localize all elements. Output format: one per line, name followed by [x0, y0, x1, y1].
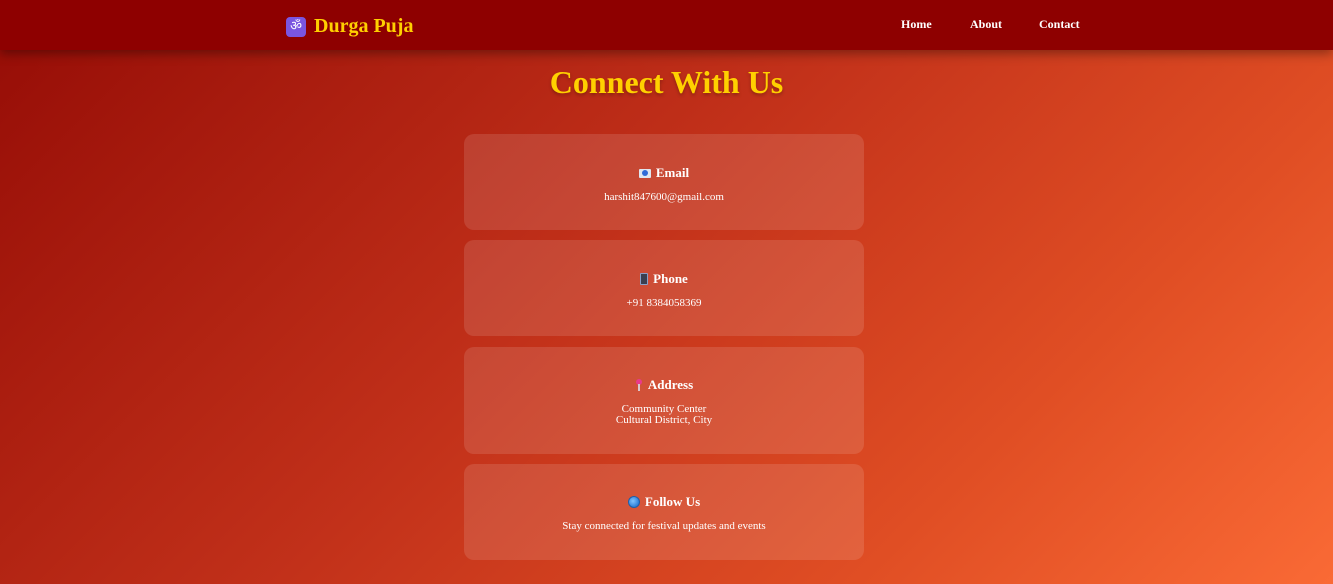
email-icon [638, 168, 651, 178]
page-title: Connect With Us [549, 64, 784, 100]
card-title: Follow Us [464, 494, 864, 510]
card-title-text: Follow Us [644, 494, 701, 509]
nav-link-home[interactable]: Home [901, 17, 932, 32]
card-title-text: Address [647, 377, 694, 392]
card-title: Phone [464, 271, 864, 287]
navbar: ॐ Durga Puja Home About Contact [0, 0, 1333, 50]
phone-number[interactable]: +91 8384058369 [464, 298, 864, 309]
card-title: Email [464, 165, 864, 181]
location-pin-icon [635, 379, 643, 391]
brand-title: Durga Puja [314, 15, 414, 37]
email-address[interactable]: harshit847600@gmail.com [464, 192, 864, 203]
card-title-text: Phone [653, 271, 688, 286]
nav-link-about[interactable]: About [970, 17, 1002, 32]
om-icon: ॐ [286, 16, 306, 37]
contact-card-phone: Phone +91 8384058369 [464, 240, 864, 336]
card-title: Address [464, 377, 864, 393]
contact-card-email: Email harshit847600@gmail.com [464, 134, 864, 230]
globe-icon [627, 496, 640, 508]
card-title-text: Email [655, 165, 690, 180]
brand-logo[interactable]: ॐ Durga Puja [286, 15, 413, 38]
phone-icon [640, 273, 649, 285]
contact-card-address: Address Community Center Cultural Distri… [464, 347, 864, 454]
contact-card-social: Follow Us Stay connected for festival up… [464, 464, 864, 560]
address-line-2: Cultural District, City [615, 414, 713, 426]
social-description: Stay connected for festival updates and … [562, 520, 766, 532]
nav-link-contact[interactable]: Contact [1039, 17, 1080, 32]
